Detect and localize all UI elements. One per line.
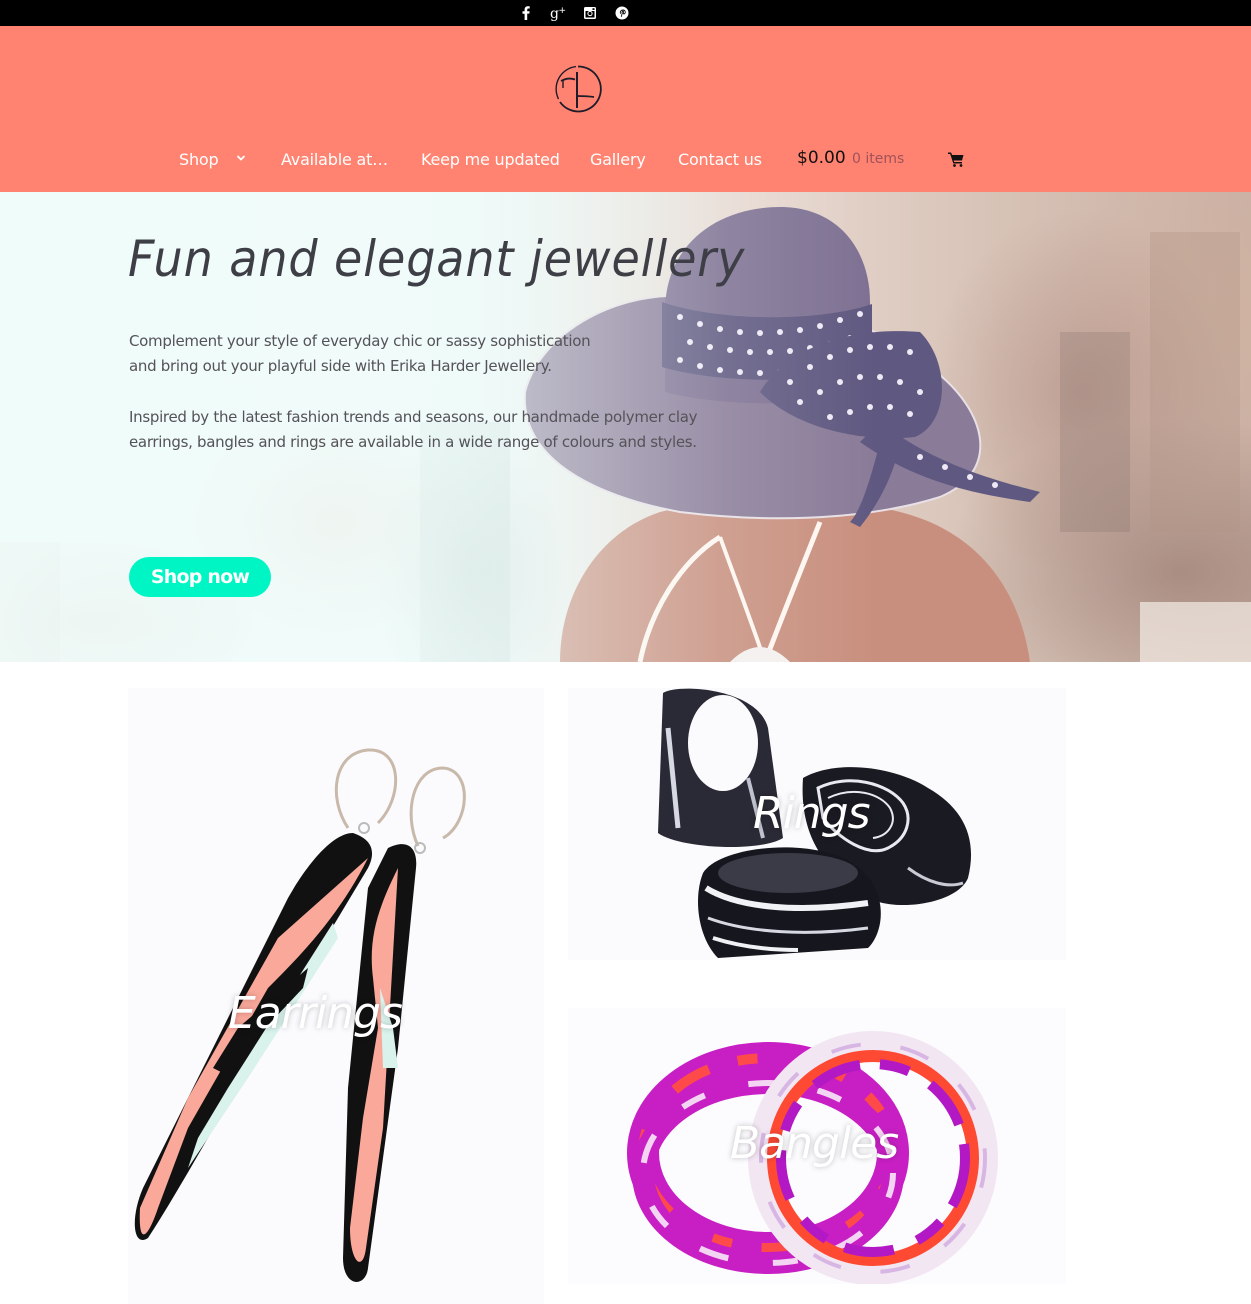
social-bar: g + <box>0 0 1251 26</box>
instagram-icon <box>584 7 596 19</box>
brand-logo[interactable] <box>553 64 603 114</box>
category-label-rings: Rings <box>753 788 871 839</box>
google-plus-link[interactable]: g + <box>548 3 568 23</box>
hero-banner: Fun and elegant jewellery Complement you… <box>0 192 1251 662</box>
category-tile-bangles[interactable]: Bangles <box>568 1008 1066 1284</box>
category-tile-earrings[interactable]: Earrings <box>128 688 544 1304</box>
site-header: Shop Available at… Keep me updated Galle… <box>0 26 1251 192</box>
facebook-icon <box>522 6 530 20</box>
shopping-cart-icon[interactable] <box>947 150 965 168</box>
chevron-down-icon[interactable] <box>236 153 246 163</box>
nav-available-at[interactable]: Available at… <box>281 150 388 169</box>
cart-item-count[interactable]: 0 items <box>852 151 904 167</box>
nav-contact-us[interactable]: Contact us <box>678 150 762 169</box>
social-links: g + <box>516 3 632 23</box>
nav-shop-label: Shop <box>179 150 219 169</box>
hero-title: Fun and elegant jewellery <box>128 230 746 288</box>
cart-total[interactable]: $0.00 <box>797 148 846 168</box>
hero-paragraph-1: Complement your style of everyday chic o… <box>129 332 591 375</box>
facebook-link[interactable] <box>516 3 536 23</box>
pinterest-link[interactable] <box>612 3 632 23</box>
google-plus-icon: g + <box>550 6 567 22</box>
category-tile-rings[interactable]: Rings <box>568 688 1066 960</box>
category-label-earrings: Earrings <box>228 988 403 1039</box>
category-label-bangles: Bangles <box>730 1118 899 1169</box>
pinterest-icon <box>615 6 629 20</box>
nav-keep-me-updated[interactable]: Keep me updated <box>421 150 560 169</box>
nav-gallery[interactable]: Gallery <box>590 150 646 169</box>
shop-now-button[interactable]: Shop now <box>129 557 271 597</box>
hero-paragraph-2: Inspired by the latest fashion trends an… <box>129 408 698 451</box>
main-nav: Shop Available at… Keep me updated Galle… <box>0 148 1251 176</box>
nav-shop[interactable]: Shop <box>179 150 246 169</box>
instagram-link[interactable] <box>580 3 600 23</box>
svg-text:+: + <box>559 6 567 16</box>
